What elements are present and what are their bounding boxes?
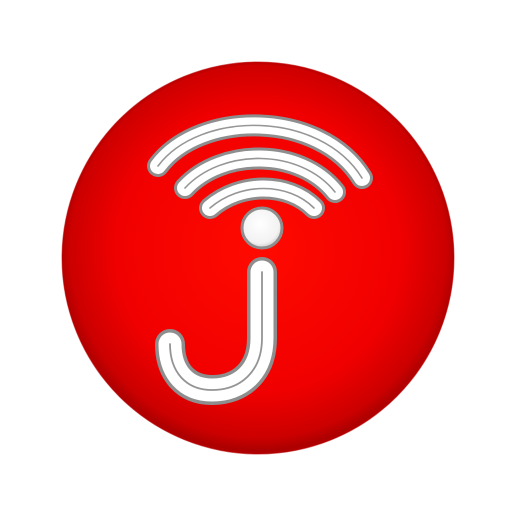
icon-canvas <box>0 0 512 512</box>
j-dot <box>240 206 284 250</box>
app-launcher-icon[interactable] <box>0 0 512 512</box>
